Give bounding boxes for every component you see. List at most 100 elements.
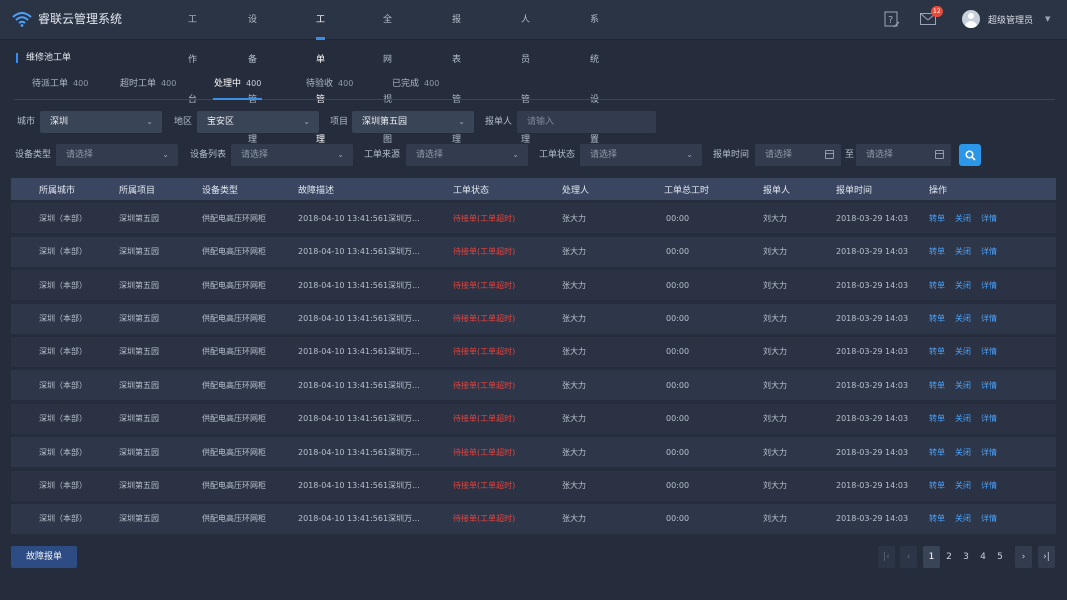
table-cell: 深圳第五园	[119, 347, 159, 357]
table-row[interactable]: 深圳（本部） 深圳第五园 供配电高压环网柜 2018-04-10 13:41:561深…	[11, 236, 1056, 267]
transfer-action[interactable]: 转单	[929, 280, 945, 291]
close-action[interactable]: 关闭	[955, 246, 971, 257]
table-row[interactable]: 深圳（本部） 深圳第五园 供配电高压环网柜 2018-04-10 13:41:561深…	[11, 336, 1056, 367]
nav-item-0[interactable]: 工作台	[188, 0, 197, 105]
table-row[interactable]: 深圳（本部） 深圳第五园 供配电高压环网柜 2018-04-10 13:41:561深…	[11, 403, 1056, 434]
page-number[interactable]: 5	[993, 546, 1007, 568]
time-start-picker[interactable]: 请选择	[755, 144, 841, 166]
page-number[interactable]: 4	[976, 546, 990, 568]
area-select[interactable]: 宝安区 ⌄	[197, 111, 319, 133]
tab-4[interactable]: 已完成 400	[392, 70, 439, 100]
transfer-action[interactable]: 转单	[929, 346, 945, 357]
device-type-select[interactable]: 请选择 ⌄	[56, 144, 178, 166]
page-number[interactable]: 1	[923, 546, 940, 568]
help-doc-icon[interactable]: ?	[883, 10, 901, 28]
first-page-button[interactable]: |‹	[878, 546, 895, 568]
detail-action[interactable]: 详情	[981, 246, 997, 257]
column-header[interactable]: 所属项目	[91, 178, 181, 200]
table-row[interactable]: 深圳（本部） 深圳第五园 供配电高压环网柜 2018-04-10 13:41:561深…	[11, 303, 1056, 334]
time-end-picker[interactable]: 请选择	[856, 144, 951, 166]
table-row[interactable]: 深圳（本部） 深圳第五园 供配电高压环网柜 2018-04-10 13:41:561深…	[11, 470, 1056, 501]
close-action[interactable]: 关闭	[955, 513, 971, 524]
column-header[interactable]: 操作	[919, 178, 1019, 200]
nav-item-4[interactable]: 报表管理	[452, 0, 461, 145]
table-cell: 张大力	[562, 247, 586, 257]
status-placeholder: 请选择	[590, 150, 618, 160]
user-menu[interactable]: 超级管理员 ▼	[962, 10, 1050, 28]
table-row[interactable]: 深圳（本部） 深圳第五园 供配电高压环网柜 2018-04-10 13:41:561深…	[11, 437, 1056, 468]
project-select[interactable]: 深圳第五园 ⌄	[352, 111, 474, 133]
last-page-button[interactable]: ›|	[1038, 546, 1055, 568]
tab-3[interactable]: 待验收 400	[306, 70, 353, 100]
mail-icon[interactable]: 12	[919, 6, 943, 28]
tab-2[interactable]: 处理中 400	[212, 70, 263, 100]
table-cell: 供配电高压环网柜	[202, 247, 266, 257]
table-cell: 张大力	[562, 414, 586, 424]
nav-item-2[interactable]: 工单管理	[316, 0, 326, 145]
column-header[interactable]: 所属城市	[11, 178, 91, 200]
nav-item-5[interactable]: 人员管理	[521, 0, 530, 145]
search-button[interactable]	[959, 144, 981, 166]
status-badge: 待接单(工单超时)	[453, 280, 516, 290]
transfer-action[interactable]: 转单	[929, 246, 945, 257]
column-header[interactable]: 报单人	[740, 178, 820, 200]
fault-report-button[interactable]: 故障报单	[11, 546, 77, 568]
close-action[interactable]: 关闭	[955, 213, 971, 224]
transfer-action[interactable]: 转单	[929, 447, 945, 458]
table-cell: 供配电高压环网柜	[202, 447, 266, 457]
tab-1[interactable]: 超时工单 400	[120, 70, 176, 100]
transfer-action[interactable]: 转单	[929, 380, 945, 391]
chevron-down-icon: ▼	[1045, 15, 1051, 23]
column-header[interactable]: 处理人	[546, 178, 638, 200]
city-select[interactable]: 深圳 ⌄	[40, 111, 162, 133]
column-header[interactable]: 工单总工时	[638, 178, 740, 200]
transfer-action[interactable]: 转单	[929, 413, 945, 424]
nav-item-3[interactable]: 全网视图	[383, 0, 392, 145]
close-action[interactable]: 关闭	[955, 480, 971, 491]
prev-page-button[interactable]: ‹	[900, 546, 917, 568]
detail-action[interactable]: 详情	[981, 213, 997, 224]
transfer-action[interactable]: 转单	[929, 213, 945, 224]
table-row[interactable]: 深圳（本部） 深圳第五园 供配电高压环网柜 2018-04-10 13:41:561深…	[11, 270, 1056, 301]
table-cell: 供配电高压环网柜	[202, 280, 266, 290]
detail-action[interactable]: 详情	[981, 413, 997, 424]
detail-action[interactable]: 详情	[981, 380, 997, 391]
table-cell: 2018-03-29 14:03	[836, 280, 909, 290]
detail-action[interactable]: 详情	[981, 447, 997, 458]
reporter-input[interactable]: 请输入	[517, 111, 656, 133]
table-cell: 2018-03-29 14:03	[836, 314, 909, 324]
transfer-action[interactable]: 转单	[929, 513, 945, 524]
page-number[interactable]: 3	[959, 546, 973, 568]
detail-action[interactable]: 详情	[981, 346, 997, 357]
close-action[interactable]: 关闭	[955, 447, 971, 458]
column-header[interactable]: 故障描述	[281, 178, 419, 200]
tab-0[interactable]: 待派工单 400	[32, 70, 88, 100]
row-actions: 转单 关闭 详情	[919, 370, 1019, 400]
detail-action[interactable]: 详情	[981, 313, 997, 324]
source-select[interactable]: 请选择 ⌄	[406, 144, 528, 166]
detail-action[interactable]: 详情	[981, 280, 997, 291]
device-list-select[interactable]: 请选择 ⌄	[231, 144, 353, 166]
column-header[interactable]: 设备类型	[181, 178, 281, 200]
table-row[interactable]: 深圳（本部） 深圳第五园 供配电高压环网柜 2018-04-10 13:41:561深…	[11, 503, 1056, 534]
table-row[interactable]: 深圳（本部） 深圳第五园 供配电高压环网柜 2018-04-10 13:41:561深…	[11, 370, 1056, 401]
detail-action[interactable]: 详情	[981, 513, 997, 524]
table-row[interactable]: 深圳（本部） 深圳第五园 供配电高压环网柜 2018-04-10 13:41:561深…	[11, 203, 1056, 234]
close-action[interactable]: 关闭	[955, 380, 971, 391]
close-action[interactable]: 关闭	[955, 280, 971, 291]
page-number[interactable]: 2	[942, 546, 956, 568]
nav-item-1[interactable]: 设备管理	[248, 0, 257, 145]
column-header[interactable]: 工单状态	[419, 178, 546, 200]
nav-item-6[interactable]: 系统设置	[590, 0, 599, 145]
status-select[interactable]: 请选择 ⌄	[580, 144, 702, 166]
column-header[interactable]: 报单时间	[820, 178, 919, 200]
close-action[interactable]: 关闭	[955, 346, 971, 357]
transfer-action[interactable]: 转单	[929, 313, 945, 324]
close-action[interactable]: 关闭	[955, 313, 971, 324]
table-cell: 刘大力	[763, 414, 787, 424]
table-cell: 2018-04-10 13:41:561深圳万...	[298, 481, 419, 491]
transfer-action[interactable]: 转单	[929, 480, 945, 491]
detail-action[interactable]: 详情	[981, 480, 997, 491]
close-action[interactable]: 关闭	[955, 413, 971, 424]
next-page-button[interactable]: ›	[1015, 546, 1032, 568]
